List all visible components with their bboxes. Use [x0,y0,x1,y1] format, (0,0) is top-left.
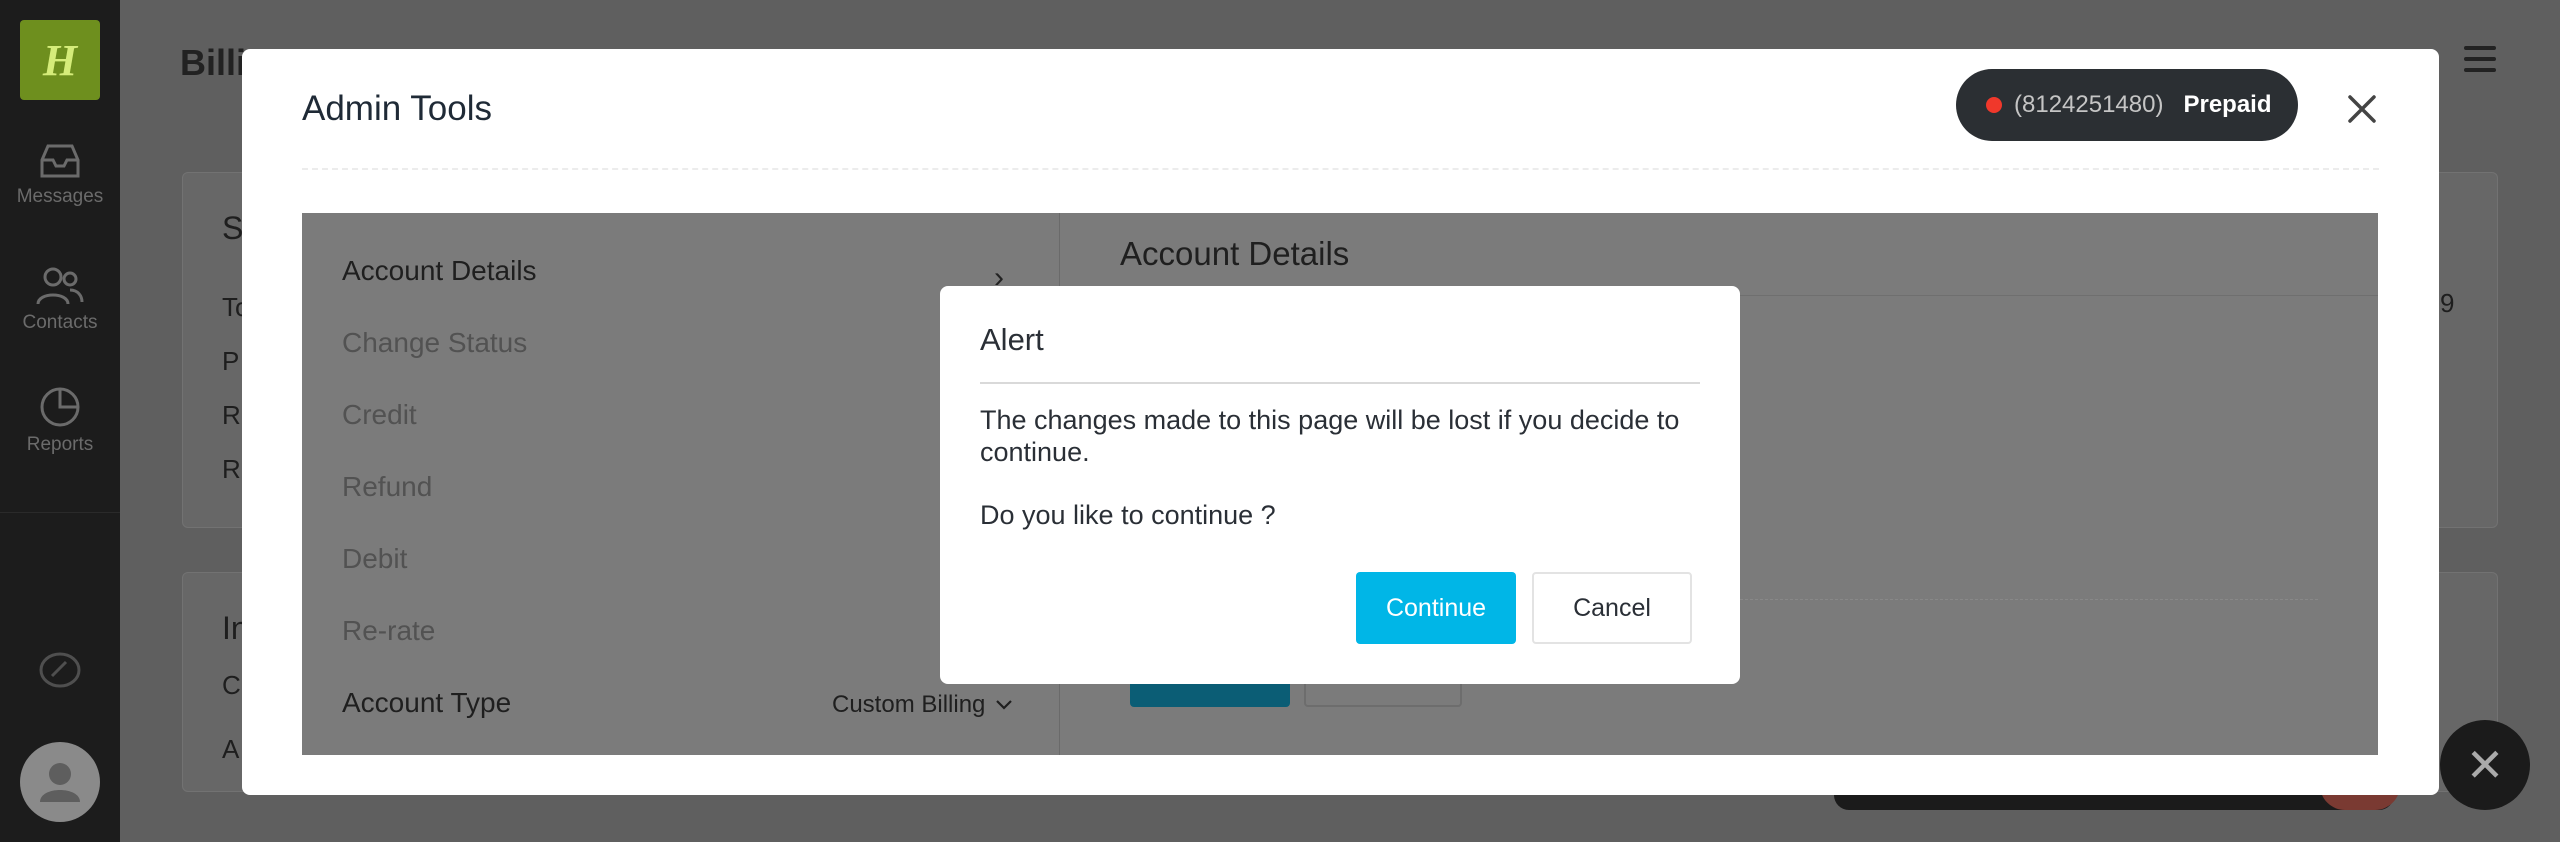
account-plan: Prepaid [2183,91,2272,118]
card-row: R [222,400,241,430]
modal-title: Admin Tools [302,89,493,128]
card-heading: S [222,210,244,246]
cancel-button[interactable]: Cancel [1532,572,1692,644]
account-type-label: Account Type [342,687,512,718]
alert-divider [980,382,1700,384]
menu-item-debit[interactable]: Debit [342,543,407,575]
menu-item-account-details[interactable]: Account Details [342,255,537,287]
card-row: R [222,454,241,484]
menu-item-re-rate[interactable]: Re-rate [342,615,435,647]
card-row: C [222,670,241,700]
status-dot [1986,97,2002,113]
menu-item-change-status[interactable]: Change Status [342,327,527,359]
account-status-pill: (8124251480) Prepaid [1956,69,2298,141]
modal-divider [302,168,2379,170]
card-value: 9 [2440,288,2455,318]
menu-item-credit[interactable]: Credit [342,399,417,431]
page-title: Billi [180,42,247,83]
detail-title: Account Details [1120,235,1350,272]
hamburger-menu-icon[interactable] [2464,46,2496,79]
sidebar-item-contacts[interactable]: Contacts [0,266,120,334]
continue-button[interactable]: Continue [1356,572,1516,644]
alert-question: Do you like to continue ? [980,500,1276,530]
card-row: P [222,346,240,376]
sidebar-item-label: Reports [26,434,94,455]
account-phone: (8124251480) [2014,91,2164,118]
sidebar-item-messages[interactable]: Messages [0,142,120,208]
sidebar-item-reports[interactable]: Reports [0,386,120,456]
alert-dialog: Alert The changes made to this page will… [940,286,1740,684]
close-icon[interactable] [2342,89,2382,129]
close-chat-button[interactable]: ✕ [2440,720,2530,810]
pie-chart-icon [40,387,80,427]
inbox-icon [40,144,80,178]
avatar[interactable] [20,742,100,822]
account-type-select[interactable]: Custom Billing [832,691,1013,719]
card-row: A [222,734,240,764]
sidebar: H Messages Contacts Reports [0,0,120,842]
sidebar-divider [0,512,120,513]
sidebar-item-label: Contacts [22,312,98,333]
alert-title: Alert [980,322,1044,357]
chevron-down-icon [996,700,1013,710]
account-type-value: Custom Billing [832,691,986,718]
menu-item-refund[interactable]: Refund [342,471,432,503]
users-icon [36,267,84,305]
user-avatar-icon [40,763,80,802]
alert-message: The changes made to this page will be lo… [980,405,1680,467]
app-logo[interactable]: H [20,20,100,100]
sidebar-item-label: Messages [16,186,104,207]
chat-edit-icon[interactable] [38,650,82,690]
